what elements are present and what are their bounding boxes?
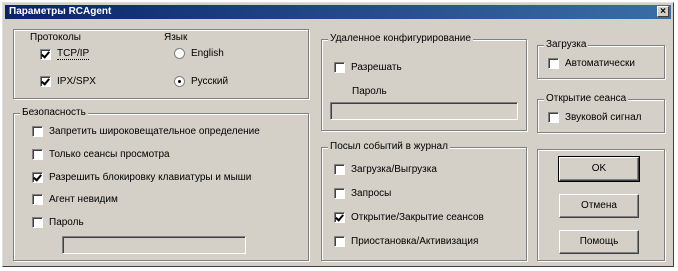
checkbox-box[interactable] <box>334 62 345 73</box>
checkbox-box[interactable] <box>334 212 345 223</box>
checkbox-label: Разрешать <box>351 62 402 73</box>
security-option-3[interactable]: Агент невидим <box>32 194 118 205</box>
window-title: Параметры RCAgent <box>9 6 112 17</box>
checkbox-box[interactable] <box>334 188 345 199</box>
log-option-1[interactable]: Запросы <box>334 188 391 199</box>
protocol-language-group: Протоколы Язык TCP/IP IPX/SPX English Ру… <box>13 29 309 99</box>
checkbox-box[interactable] <box>32 126 43 137</box>
title-bar: Параметры RCAgent × <box>5 5 671 19</box>
checkbox-label: Агент невидим <box>49 194 118 205</box>
language-english-radio[interactable]: English <box>174 48 224 59</box>
security-group: Безопасность Запретить широковещательное… <box>13 107 309 261</box>
radio-circle[interactable] <box>174 76 185 87</box>
startup-group: Загрузка Автоматически <box>537 39 665 79</box>
log-option-3[interactable]: Приостановка/Активизация <box>334 236 478 247</box>
session-open-group: Открытие сеанса Звуковой сигнал <box>537 93 665 133</box>
language-russian-radio[interactable]: Русский <box>174 76 228 87</box>
session-open-label: Открытие сеанса <box>544 93 629 105</box>
protocol-tcpip-checkbox[interactable]: TCP/IP <box>40 48 90 60</box>
checkbox-label: Только сеансы просмотра <box>49 149 170 160</box>
checkbox-label: Пароль <box>49 217 84 228</box>
remote-config-label: Удаленное конфигурирование <box>328 33 473 45</box>
event-log-group: Посыл событий в журнал Загрузка/Выгрузка… <box>321 141 527 261</box>
checkbox-label: Приостановка/Активизация <box>351 236 479 247</box>
remote-config-password-label: Пароль <box>352 86 387 97</box>
security-password-field[interactable] <box>62 236 246 254</box>
remote-config-allow-checkbox[interactable]: Разрешать <box>334 62 402 73</box>
checkbox-label: Запретить широковещательное определение <box>49 126 260 137</box>
checkbox-label: Автоматически <box>565 58 635 69</box>
event-log-label: Посыл событий в журнал <box>328 141 450 153</box>
checkbox-label: TCP/IP <box>57 48 90 60</box>
language-label: Язык <box>164 32 188 43</box>
checkbox-box[interactable] <box>32 149 43 160</box>
protocols-label: Протоколы <box>30 32 81 43</box>
checkbox-label: Разрешить блокировку клавиатуры и мыши <box>49 172 252 183</box>
settings-dialog: Параметры RCAgent × Протоколы Язык TCP/I… <box>2 2 674 267</box>
security-option-4[interactable]: Пароль <box>32 217 84 228</box>
ok-button[interactable]: OK <box>558 156 640 182</box>
checkbox-box[interactable] <box>32 194 43 205</box>
checkbox-label: Запросы <box>351 188 392 199</box>
security-option-1[interactable]: Только сеансы просмотра <box>32 149 170 160</box>
remote-config-password-field[interactable] <box>330 102 518 120</box>
security-option-2[interactable]: Разрешить блокировку клавиатуры и мыши <box>32 172 251 183</box>
security-label: Безопасность <box>20 107 88 119</box>
checkbox-box[interactable] <box>32 217 43 228</box>
log-option-0[interactable]: Загрузка/Выгрузка <box>334 164 437 175</box>
protocol-ipxspx-checkbox[interactable]: IPX/SPX <box>40 76 96 87</box>
startup-label: Загрузка <box>544 39 589 51</box>
cancel-button[interactable]: Отмена <box>559 194 639 218</box>
checkbox-label: Звуковой сигнал <box>565 112 642 123</box>
checkbox-box[interactable] <box>334 164 345 175</box>
log-option-2[interactable]: Открытие/Закрытие сеансов <box>334 212 484 223</box>
radio-label: English <box>191 48 224 59</box>
checkbox-box[interactable] <box>40 76 51 87</box>
security-option-0[interactable]: Запретить широковещательное определение <box>32 126 260 137</box>
checkbox-box[interactable] <box>548 58 559 69</box>
checkbox-box[interactable] <box>548 112 559 123</box>
close-button[interactable]: × <box>657 6 669 17</box>
radio-circle[interactable] <box>174 48 185 59</box>
checkbox-label: Загрузка/Выгрузка <box>351 164 437 175</box>
checkbox-label: IPX/SPX <box>57 76 96 87</box>
checkbox-box[interactable] <box>334 236 345 247</box>
radio-label: Русский <box>191 76 229 87</box>
checkbox-label: Открытие/Закрытие сеансов <box>351 212 484 223</box>
checkbox-box[interactable] <box>32 172 43 183</box>
startup-auto-checkbox[interactable]: Автоматически <box>548 58 635 69</box>
checkbox-box[interactable] <box>40 48 51 60</box>
remote-config-group: Удаленное конфигурирование Разрешать Пар… <box>321 33 527 131</box>
help-button[interactable]: Помощь <box>559 230 639 254</box>
session-sound-checkbox[interactable]: Звуковой сигнал <box>548 112 641 123</box>
